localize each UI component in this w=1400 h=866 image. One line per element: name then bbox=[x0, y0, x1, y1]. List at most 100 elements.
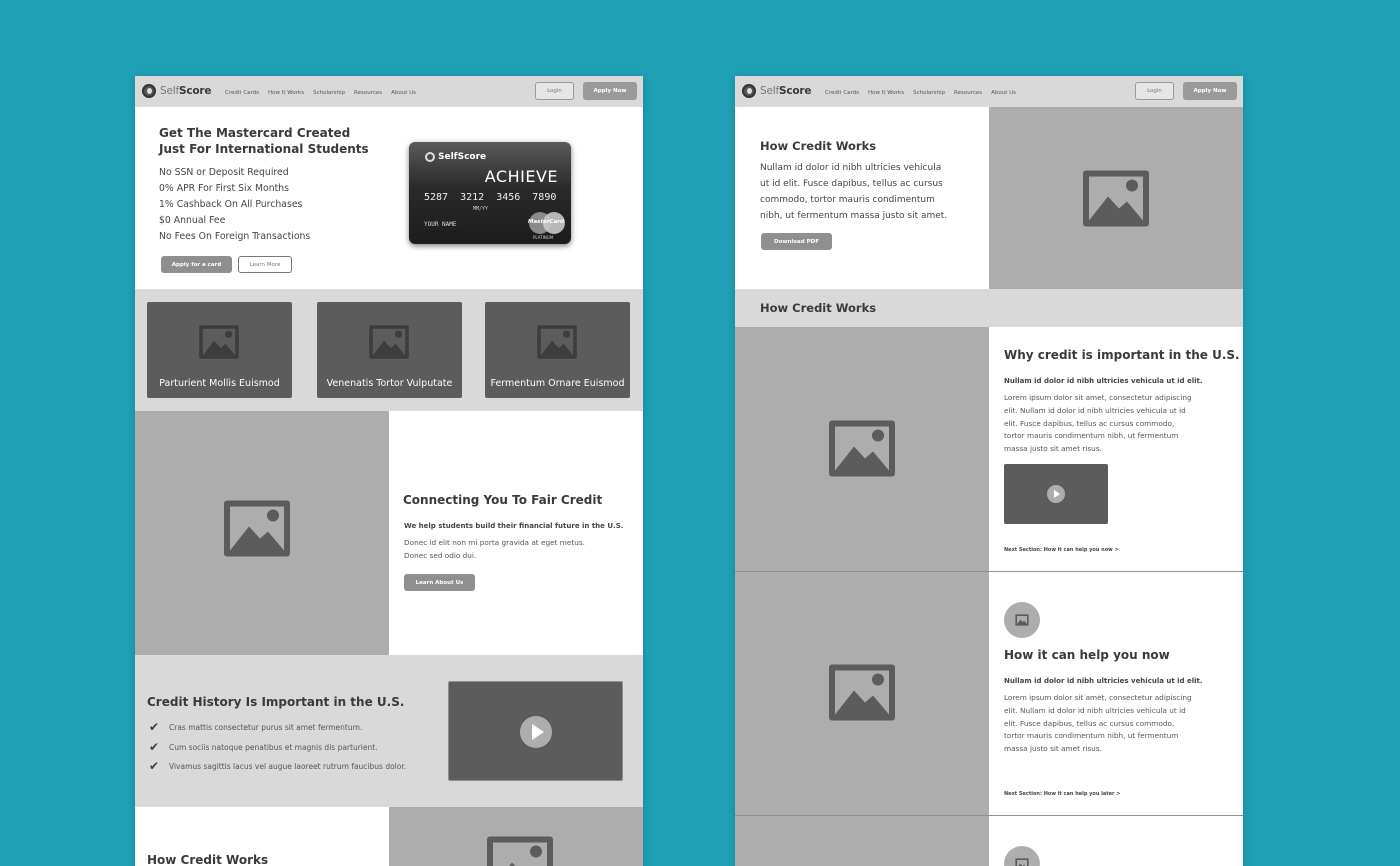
hero-title-line-1: Get The Mastercard Created bbox=[159, 126, 351, 140]
section2-title: How it can help you now bbox=[1004, 648, 1170, 662]
nav-link-resources[interactable]: Resources bbox=[354, 90, 382, 96]
history-title: Credit History Is Important in the U.S. bbox=[147, 695, 405, 709]
login-button[interactable]: Login bbox=[535, 82, 574, 100]
check-text: Vivamus sagittis lacus vel augue laoreet… bbox=[169, 761, 407, 771]
feature-item: 1% Cashback On All Purchases bbox=[159, 199, 303, 210]
image-placeholder bbox=[735, 572, 989, 815]
checkmark-icon: ✔ bbox=[149, 720, 160, 734]
image-placeholder-icon bbox=[1015, 858, 1029, 866]
feature-tile[interactable]: Fermentum Ornare Euismod bbox=[485, 302, 630, 398]
section-icon bbox=[1004, 602, 1040, 638]
image-placeholder-icon bbox=[537, 325, 577, 359]
video-player[interactable] bbox=[448, 681, 623, 781]
homepage-wireframe: SelfScore Credit Cards How It Works Scho… bbox=[135, 76, 643, 866]
play-icon[interactable] bbox=[520, 716, 552, 748]
image-placeholder-icon bbox=[829, 664, 895, 721]
intro-body: Nullam id dolor id nibh ultricies vehicu… bbox=[760, 160, 947, 224]
connect-subtitle: We help students build their financial f… bbox=[404, 522, 624, 530]
section2-body: Lorem ipsum dolor sit amet, consectetur … bbox=[1004, 692, 1192, 756]
section1-body-line: tortor mauris condimentum nibh, ut ferme… bbox=[1004, 431, 1179, 441]
nav-link-about-us[interactable]: About Us bbox=[991, 90, 1016, 96]
band-title: How Credit Works bbox=[760, 301, 877, 315]
feature-item: $0 Annual Fee bbox=[159, 215, 226, 226]
nav-link-scholarship[interactable]: Scholarship bbox=[313, 90, 345, 96]
check-text: Cum sociis natoque penatibus et magnis d… bbox=[169, 742, 378, 752]
brand-logo[interactable]: SelfScore bbox=[742, 84, 811, 98]
learn-more-button[interactable]: Learn More bbox=[238, 256, 292, 273]
hero-title: Get The Mastercard Created Just For Inte… bbox=[159, 125, 369, 157]
card-number-group: 3456 bbox=[496, 192, 521, 203]
section2-lead: Nullam id dolor id nibh ultricies vehicu… bbox=[1004, 677, 1203, 685]
section1-body-line: elit. Fusce dapibus, tellus ac cursus co… bbox=[1004, 418, 1175, 428]
card-number: 5287 3212 3456 7890 bbox=[424, 192, 556, 203]
apply-now-button[interactable]: Apply Now bbox=[1183, 82, 1237, 100]
connect-body-line: Donec id elit non mi porta gravida at eg… bbox=[404, 538, 585, 547]
next-section-link[interactable]: Next Section: How it can help you now > bbox=[1004, 547, 1119, 553]
play-triangle bbox=[1054, 490, 1060, 498]
card-expiry: MM/YY bbox=[473, 206, 489, 212]
image-placeholder bbox=[989, 107, 1243, 289]
brand-logo[interactable]: SelfScore bbox=[142, 84, 211, 98]
login-button[interactable]: Login bbox=[1135, 82, 1174, 100]
intro-title: How Credit Works bbox=[760, 139, 877, 153]
section2-body-line: tortor mauris condimentum nibh, ut ferme… bbox=[1004, 731, 1179, 741]
check-item: ✔ Cum sociis natoque penatibus et magnis … bbox=[149, 740, 378, 754]
section1-body: Lorem ipsum dolor sit amet, consectetur … bbox=[1004, 392, 1192, 456]
brand-name-bold: Score bbox=[778, 85, 812, 97]
image-placeholder-icon bbox=[1083, 170, 1149, 227]
section1-body-line: Lorem ipsum dolor sit amet, consectetur … bbox=[1004, 393, 1192, 402]
section2-body-line: massa justo sit amet risus. bbox=[1004, 744, 1102, 754]
nav-link-how-it-works[interactable]: How It Works bbox=[268, 90, 304, 96]
brand-name-bold: Score bbox=[178, 85, 212, 97]
image-placeholder-icon bbox=[369, 325, 409, 359]
card-tier: PLATINUM bbox=[533, 235, 554, 240]
intro-body-line: Nullam id dolor id nibh ultricies vehicu… bbox=[760, 163, 942, 173]
checkmark-icon: ✔ bbox=[149, 759, 160, 773]
feature-item: No SSN or Deposit Required bbox=[159, 167, 289, 178]
mastercard-logo: MasterCard bbox=[528, 219, 564, 225]
download-pdf-button[interactable]: Download PDF bbox=[761, 233, 832, 250]
play-triangle bbox=[532, 724, 544, 740]
apply-for-card-button[interactable]: Apply for a card bbox=[161, 256, 232, 273]
check-text: Cras mattis consectetur purus sit amet f… bbox=[169, 722, 363, 732]
feature-tile[interactable]: Venenatis Tortor Vulputate bbox=[317, 302, 462, 398]
video-player[interactable] bbox=[1004, 464, 1108, 524]
card-product-name: ACHIEVE bbox=[484, 167, 558, 186]
nav-links: Credit Cards How It Works Scholarship Re… bbox=[225, 90, 416, 96]
feature-item: No Fees On Foreign Transactions bbox=[159, 231, 311, 242]
check-item: ✔ Cras mattis consectetur purus sit amet … bbox=[149, 720, 362, 734]
feature-list: No SSN or Deposit Required 0% APR For Fi… bbox=[159, 165, 310, 245]
apply-now-button[interactable]: Apply Now bbox=[583, 82, 637, 100]
section-band: How Credit Works bbox=[735, 289, 1243, 327]
credit-card-image: SelfScore ACHIEVE 5287 3212 3456 7890 MM… bbox=[409, 142, 571, 244]
card-number-group: 5287 bbox=[424, 192, 449, 203]
nav-link-credit-cards[interactable]: Credit Cards bbox=[225, 90, 259, 96]
image-placeholder bbox=[135, 411, 389, 655]
intro-body-line: ut id elit. Fusce dapibus, tellus ac cur… bbox=[760, 179, 943, 189]
nav-links: Credit Cards How It Works Scholarship Re… bbox=[825, 90, 1016, 96]
image-placeholder bbox=[735, 816, 989, 866]
nav-link-scholarship[interactable]: Scholarship bbox=[913, 90, 945, 96]
nav-link-about-us[interactable]: About Us bbox=[391, 90, 416, 96]
play-icon[interactable] bbox=[1047, 485, 1065, 503]
section2-body-line: elit. Fusce dapibus, tellus ac cursus co… bbox=[1004, 718, 1175, 728]
check-item: ✔ Vivamus sagittis lacus vel augue laoree… bbox=[149, 759, 406, 773]
tile-label: Venenatis Tortor Vulputate bbox=[326, 378, 453, 389]
image-placeholder-icon bbox=[224, 500, 290, 557]
card-brand-name: SelfScore bbox=[438, 152, 487, 162]
nav-link-credit-cards[interactable]: Credit Cards bbox=[825, 90, 859, 96]
learn-about-us-button[interactable]: Learn About Us bbox=[404, 574, 475, 591]
section1-lead: Nullam id dolor id nibh ultricies vehicu… bbox=[1004, 377, 1203, 385]
checkmark-icon: ✔ bbox=[149, 740, 160, 754]
brand-name-light: Self bbox=[160, 85, 179, 97]
connect-body: Donec id elit non mi porta gravida at eg… bbox=[404, 537, 585, 563]
nav-link-resources[interactable]: Resources bbox=[954, 90, 982, 96]
next-section-link[interactable]: Next Section: How it can help you later … bbox=[1004, 791, 1120, 797]
section1-body-line: elit. Nullam id dolor id nibh ultricies … bbox=[1004, 405, 1186, 415]
connect-title: Connecting You To Fair Credit bbox=[403, 493, 603, 507]
feature-tile[interactable]: Parturient Mollis Euismod bbox=[147, 302, 292, 398]
tile-label: Fermentum Ornare Euismod bbox=[490, 378, 625, 389]
section-icon bbox=[1004, 846, 1040, 866]
tile-label: Parturient Mollis Euismod bbox=[159, 378, 280, 389]
nav-link-how-it-works[interactable]: How It Works bbox=[868, 90, 904, 96]
